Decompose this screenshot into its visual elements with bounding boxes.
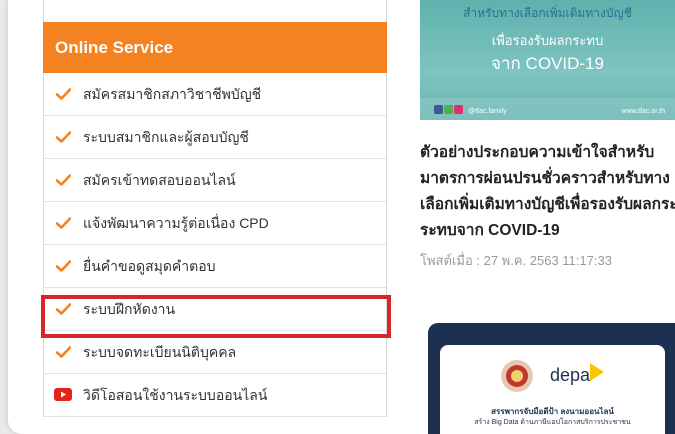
news-post-date: โพสต์เมื่อ : 27 พ.ค. 2563 11:17:33 bbox=[420, 253, 612, 268]
sidebar-top-edge bbox=[43, 0, 387, 23]
menu-item-label: แจ้งพัฒนาความรู้ต่อเนื่อง CPD bbox=[83, 215, 269, 231]
youtube-icon bbox=[54, 388, 72, 401]
news-image-text-3: จาก COVID-19 bbox=[491, 54, 604, 73]
depa-logo-mark bbox=[590, 363, 604, 381]
social-handle: @tfac.family bbox=[468, 108, 507, 115]
check-icon bbox=[56, 217, 71, 229]
menu-item-label: วิดีโอสอนใช้งานระบบออนไลน์ bbox=[83, 387, 268, 403]
news-image-text-2: เพื่อรองรับผลกระทบ bbox=[491, 33, 604, 48]
menu-item-register-member[interactable]: สมัครสมาชิกสภาวิชาชีพบัญชี bbox=[44, 73, 386, 116]
social-icons bbox=[434, 105, 463, 114]
menu-item-label: สมัครเข้าทดสอบออนไลน์ bbox=[83, 172, 236, 188]
check-icon bbox=[56, 88, 71, 100]
menu-item-label: ยื่นคำขอดูสมุดคำตอบ bbox=[83, 258, 216, 274]
online-service-sidebar: Online Service สมัครสมาชิกสภาวิชาชีพบัญช… bbox=[41, 0, 391, 434]
check-icon bbox=[56, 174, 71, 186]
image-url: www.tfac.or.th bbox=[621, 108, 665, 115]
online-service-header: Online Service bbox=[43, 22, 387, 73]
menu-item-online-exam[interactable]: สมัครเข้าทดสอบออนไลน์ bbox=[44, 159, 386, 202]
news-image-card: depa สรรพากรจับมือดีป้า ลงนามออนไลน์ สร้… bbox=[440, 345, 665, 434]
highlight-box bbox=[41, 295, 391, 338]
news-title-line: เลือกเพิ่มเติมทางบัญชีเพื่อรองรับผลกระ bbox=[420, 196, 675, 213]
online-service-menu: สมัครสมาชิกสภาวิชาชีพบัญชี ระบบสมาชิกและ… bbox=[43, 73, 387, 417]
news-image-caption: สร้าง Big Data ด้านภาษีแอปโอกาสบริการประ… bbox=[474, 419, 631, 426]
news-image-text-1: สำหรับทางเลือกเพิ่มเติมทางบัญชี bbox=[463, 6, 632, 20]
menu-item-video-tutorial[interactable]: วิดีโอสอนใช้งานระบบออนไลน์ bbox=[44, 374, 386, 417]
depa-logo-text: depa bbox=[550, 365, 591, 385]
news-image-covid[interactable]: สำหรับทางเลือกเพิ่มเติมทางบัญชี เพื่อรอง… bbox=[420, 0, 675, 120]
revenue-seal-icon bbox=[501, 360, 533, 392]
news-title-line: ระทบจาก COVID-19 bbox=[420, 222, 560, 239]
page: Online Service สมัครสมาชิกสภาวิชาชีพบัญช… bbox=[8, 0, 675, 434]
check-icon bbox=[56, 131, 71, 143]
menu-item-label: สมัครสมาชิกสภาวิชาชีพบัญชี bbox=[83, 86, 262, 102]
news-title[interactable]: ตัวอย่างประกอบความเข้าใจสำหรับ มาตรการผ่… bbox=[420, 140, 675, 244]
check-icon bbox=[56, 260, 71, 272]
menu-item-label: ระบบสมาชิกและผู้สอบบัญชี bbox=[83, 129, 249, 145]
menu-item-member-auditor-system[interactable]: ระบบสมาชิกและผู้สอบบัญชี bbox=[44, 116, 386, 159]
news-title-line: ตัวอย่างประกอบความเข้าใจสำหรับ bbox=[420, 144, 655, 161]
menu-item-label: ระบบจดทะเบียนนิติบุคคล bbox=[83, 344, 237, 360]
menu-item-answer-book-request[interactable]: ยื่นคำขอดูสมุดคำตอบ bbox=[44, 245, 386, 288]
news-image-footer: @tfac.family www.tfac.or.th bbox=[420, 98, 675, 120]
news-title-line: มาตรการผ่อนปรนชั่วคราวสำหรับทาง bbox=[420, 170, 670, 187]
news-image-depa[interactable]: depa สรรพากรจับมือดีป้า ลงนามออนไลน์ สร้… bbox=[428, 323, 675, 434]
check-icon bbox=[56, 346, 71, 358]
menu-item-cpd[interactable]: แจ้งพัฒนาความรู้ต่อเนื่อง CPD bbox=[44, 202, 386, 245]
